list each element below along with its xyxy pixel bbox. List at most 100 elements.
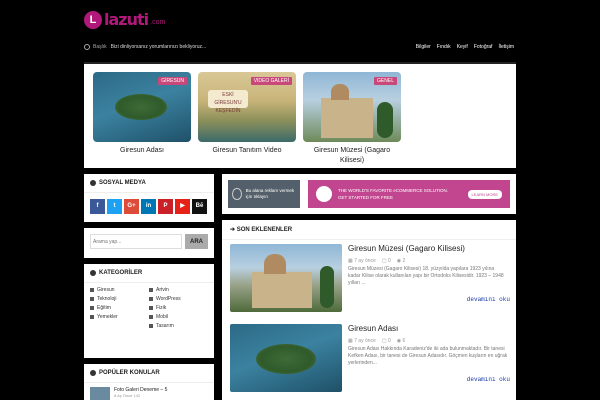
wordpress-icon bbox=[149, 297, 153, 301]
post-meta: ▦ 7 ay önce ▢ 0 ◉ 2 bbox=[348, 258, 405, 264]
widget-title-text: KATEGORİLER bbox=[99, 270, 143, 276]
post-image[interactable] bbox=[230, 244, 342, 312]
category-badge[interactable]: VIDEO GALERİ bbox=[250, 77, 292, 85]
ad-headline: THE WORLD'S FAVORITE eCOMMERCE SOLUTION. bbox=[338, 188, 449, 193]
featured-card[interactable]: ESKİ GİRESUN'U KEŞFEDİN VIDEO GALERİ Gire… bbox=[198, 72, 296, 156]
site-header: L lazuti .com Başlık Bizi dinliyorsanız … bbox=[0, 0, 600, 62]
search-button[interactable]: ARA bbox=[185, 234, 208, 249]
popular-meta: 8 Ay Önce 142 bbox=[114, 393, 141, 398]
read-more-link[interactable]: devamını oku bbox=[467, 296, 510, 303]
category-item[interactable]: Fizik bbox=[149, 305, 208, 311]
ticker-label: Başlık bbox=[93, 44, 107, 50]
mascot-icon bbox=[316, 186, 332, 202]
category-item[interactable]: WordPress bbox=[149, 296, 208, 302]
post-title[interactable]: Giresun Adası bbox=[348, 324, 398, 333]
ad-subline: GET STARTED FOR FREE bbox=[338, 195, 394, 200]
nav-item[interactable]: Fotoğraf bbox=[474, 44, 493, 50]
nav-item[interactable]: Keyif bbox=[457, 44, 468, 50]
post-excerpt: Giresun Müzesi (Gagaro Kilisesi) 18. yüz… bbox=[348, 266, 504, 286]
widget-title: KATEGORİLER bbox=[84, 264, 214, 283]
pinterest-icon[interactable]: P bbox=[158, 199, 173, 214]
clock-icon bbox=[84, 44, 90, 50]
category-item[interactable]: Mobil bbox=[149, 314, 208, 320]
widget-title-text: SOSYAL MEDYA bbox=[99, 180, 146, 186]
food-icon bbox=[90, 315, 94, 319]
logo-sub: .com bbox=[150, 19, 166, 26]
featured-posts: GİRESUN Giresun Adası ESKİ GİRESUN'U KEŞF… bbox=[84, 62, 516, 168]
featured-title[interactable]: Giresun Adası bbox=[93, 146, 191, 156]
post-item: Giresun Müzesi (Gagaro Kilisesi) ▦ 7 ay … bbox=[230, 244, 510, 314]
popular-thumb[interactable] bbox=[90, 387, 110, 400]
nav-item[interactable]: Fındık bbox=[437, 44, 451, 50]
flask-icon bbox=[149, 306, 153, 310]
category-item[interactable]: Teknoloji bbox=[90, 296, 149, 302]
category-spacer bbox=[90, 323, 149, 329]
ad-ecommerce[interactable]: THE WORLD'S FAVORITE eCOMMERCE SOLUTION.… bbox=[308, 180, 510, 208]
site-logo[interactable]: L lazuti .com bbox=[84, 10, 165, 29]
category-item[interactable]: Artvin bbox=[149, 287, 208, 293]
widget-title-text: POPÜLER KONULAR bbox=[99, 370, 160, 376]
code-icon bbox=[149, 288, 153, 292]
chip-icon bbox=[90, 297, 94, 301]
category-list: Giresun Artvin Teknoloji WordPress Eğiti… bbox=[84, 283, 214, 333]
social-icons: f t G+ in P ▶ Bē bbox=[84, 193, 214, 220]
featured-title[interactable]: Giresun Tanıtım Video bbox=[198, 146, 296, 156]
featured-card[interactable]: GENEL Giresun Müzesi (Gagaro Kilisesi) bbox=[303, 72, 401, 166]
ad-banner: Bu alana reklam vermek için tıklayın THE… bbox=[222, 174, 516, 214]
nav-item[interactable]: Bilgiler bbox=[416, 44, 431, 50]
googleplus-icon[interactable]: G+ bbox=[124, 199, 139, 214]
featured-title[interactable]: Giresun Müzesi (Gagaro Kilisesi) bbox=[303, 146, 401, 166]
search-widget: ARA bbox=[84, 228, 214, 258]
youtube-icon[interactable]: ▶ bbox=[175, 199, 190, 214]
linkedin-icon[interactable]: in bbox=[141, 199, 156, 214]
search-form: ARA bbox=[84, 228, 214, 255]
logo-text: lazuti bbox=[104, 10, 149, 29]
social-widget: SOSYAL MEDYA f t G+ in P ▶ Bē bbox=[84, 174, 214, 222]
mobile-icon bbox=[149, 315, 153, 319]
list-icon bbox=[90, 270, 96, 276]
category-badge[interactable]: GENEL bbox=[374, 77, 397, 85]
section-title: ➔ SON EKLENENLER bbox=[222, 220, 516, 240]
read-more-link[interactable]: devamını oku bbox=[467, 376, 510, 383]
category-item[interactable]: Yemekler bbox=[90, 314, 149, 320]
globe-icon bbox=[90, 180, 96, 186]
category-item[interactable]: Eğitim bbox=[90, 305, 149, 311]
featured-image[interactable]: GENEL bbox=[303, 72, 401, 142]
category-item[interactable]: Tasarım bbox=[149, 323, 208, 329]
ad-placeholder[interactable]: Bu alana reklam vermek için tıklayın bbox=[228, 180, 300, 208]
nav-item[interactable]: İletişim bbox=[498, 44, 514, 50]
learn-more-button[interactable]: LEARN MORE bbox=[467, 189, 502, 199]
featured-image[interactable]: GİRESUN bbox=[93, 72, 191, 142]
post-views: ◉ 6 bbox=[396, 338, 406, 344]
ad-text: Bu alana reklam vermek için tıklayın bbox=[245, 188, 295, 199]
facebook-icon[interactable]: f bbox=[90, 199, 105, 214]
widget-title: SOSYAL MEDYA bbox=[84, 174, 214, 193]
post-views: ◉ 2 bbox=[396, 258, 406, 264]
ticker-text[interactable]: Bizi dinliyorsanız yorumlarınızı bekliyo… bbox=[111, 44, 207, 50]
arrow-right-icon: ➔ bbox=[230, 227, 237, 233]
news-ticker: Başlık Bizi dinliyorsanız yorumlarınızı … bbox=[84, 44, 206, 50]
twitter-icon[interactable]: t bbox=[107, 199, 122, 214]
post-date: ▦ 7 ay önce bbox=[348, 338, 376, 344]
post-item: Giresun Adası ▦ 7 ay önce ▢ 0 ◉ 6 Giresu… bbox=[230, 324, 510, 394]
featured-image[interactable]: ESKİ GİRESUN'U KEŞFEDİN VIDEO GALERİ bbox=[198, 72, 296, 142]
popular-widget: POPÜLER KONULAR Foto Galeri Deneme – 5 8… bbox=[84, 364, 214, 400]
recent-posts: ➔ SON EKLENENLER Giresun Müzesi (Gagaro … bbox=[222, 220, 516, 400]
section-title-text: SON EKLENENLER bbox=[236, 227, 293, 233]
post-title[interactable]: Giresun Müzesi (Gagaro Kilisesi) bbox=[348, 244, 465, 253]
post-comments: ▢ 0 bbox=[381, 258, 391, 264]
search-input[interactable] bbox=[90, 234, 182, 249]
behance-icon[interactable]: Bē bbox=[192, 199, 207, 214]
post-date: ▦ 7 ay önce bbox=[348, 258, 376, 264]
post-excerpt: Giresun Adası Hakkında Karadeniz'de iki … bbox=[348, 346, 508, 366]
page: L lazuti .com Başlık Bizi dinliyorsanız … bbox=[0, 0, 600, 400]
top-nav: Bilgiler Fındık Keyif Fotoğraf İletişim bbox=[416, 44, 514, 50]
widget-title: POPÜLER KONULAR bbox=[84, 364, 214, 383]
featured-card[interactable]: GİRESUN Giresun Adası bbox=[93, 72, 191, 156]
category-badge[interactable]: GİRESUN bbox=[158, 77, 187, 85]
post-image[interactable] bbox=[230, 324, 342, 392]
popular-item[interactable]: Foto Galeri Deneme – 5 8 Ay Önce 142 bbox=[84, 383, 214, 400]
list-icon bbox=[90, 370, 96, 376]
category-item[interactable]: Giresun bbox=[90, 287, 149, 293]
post-meta: ▦ 7 ay önce ▢ 0 ◉ 6 bbox=[348, 338, 405, 344]
